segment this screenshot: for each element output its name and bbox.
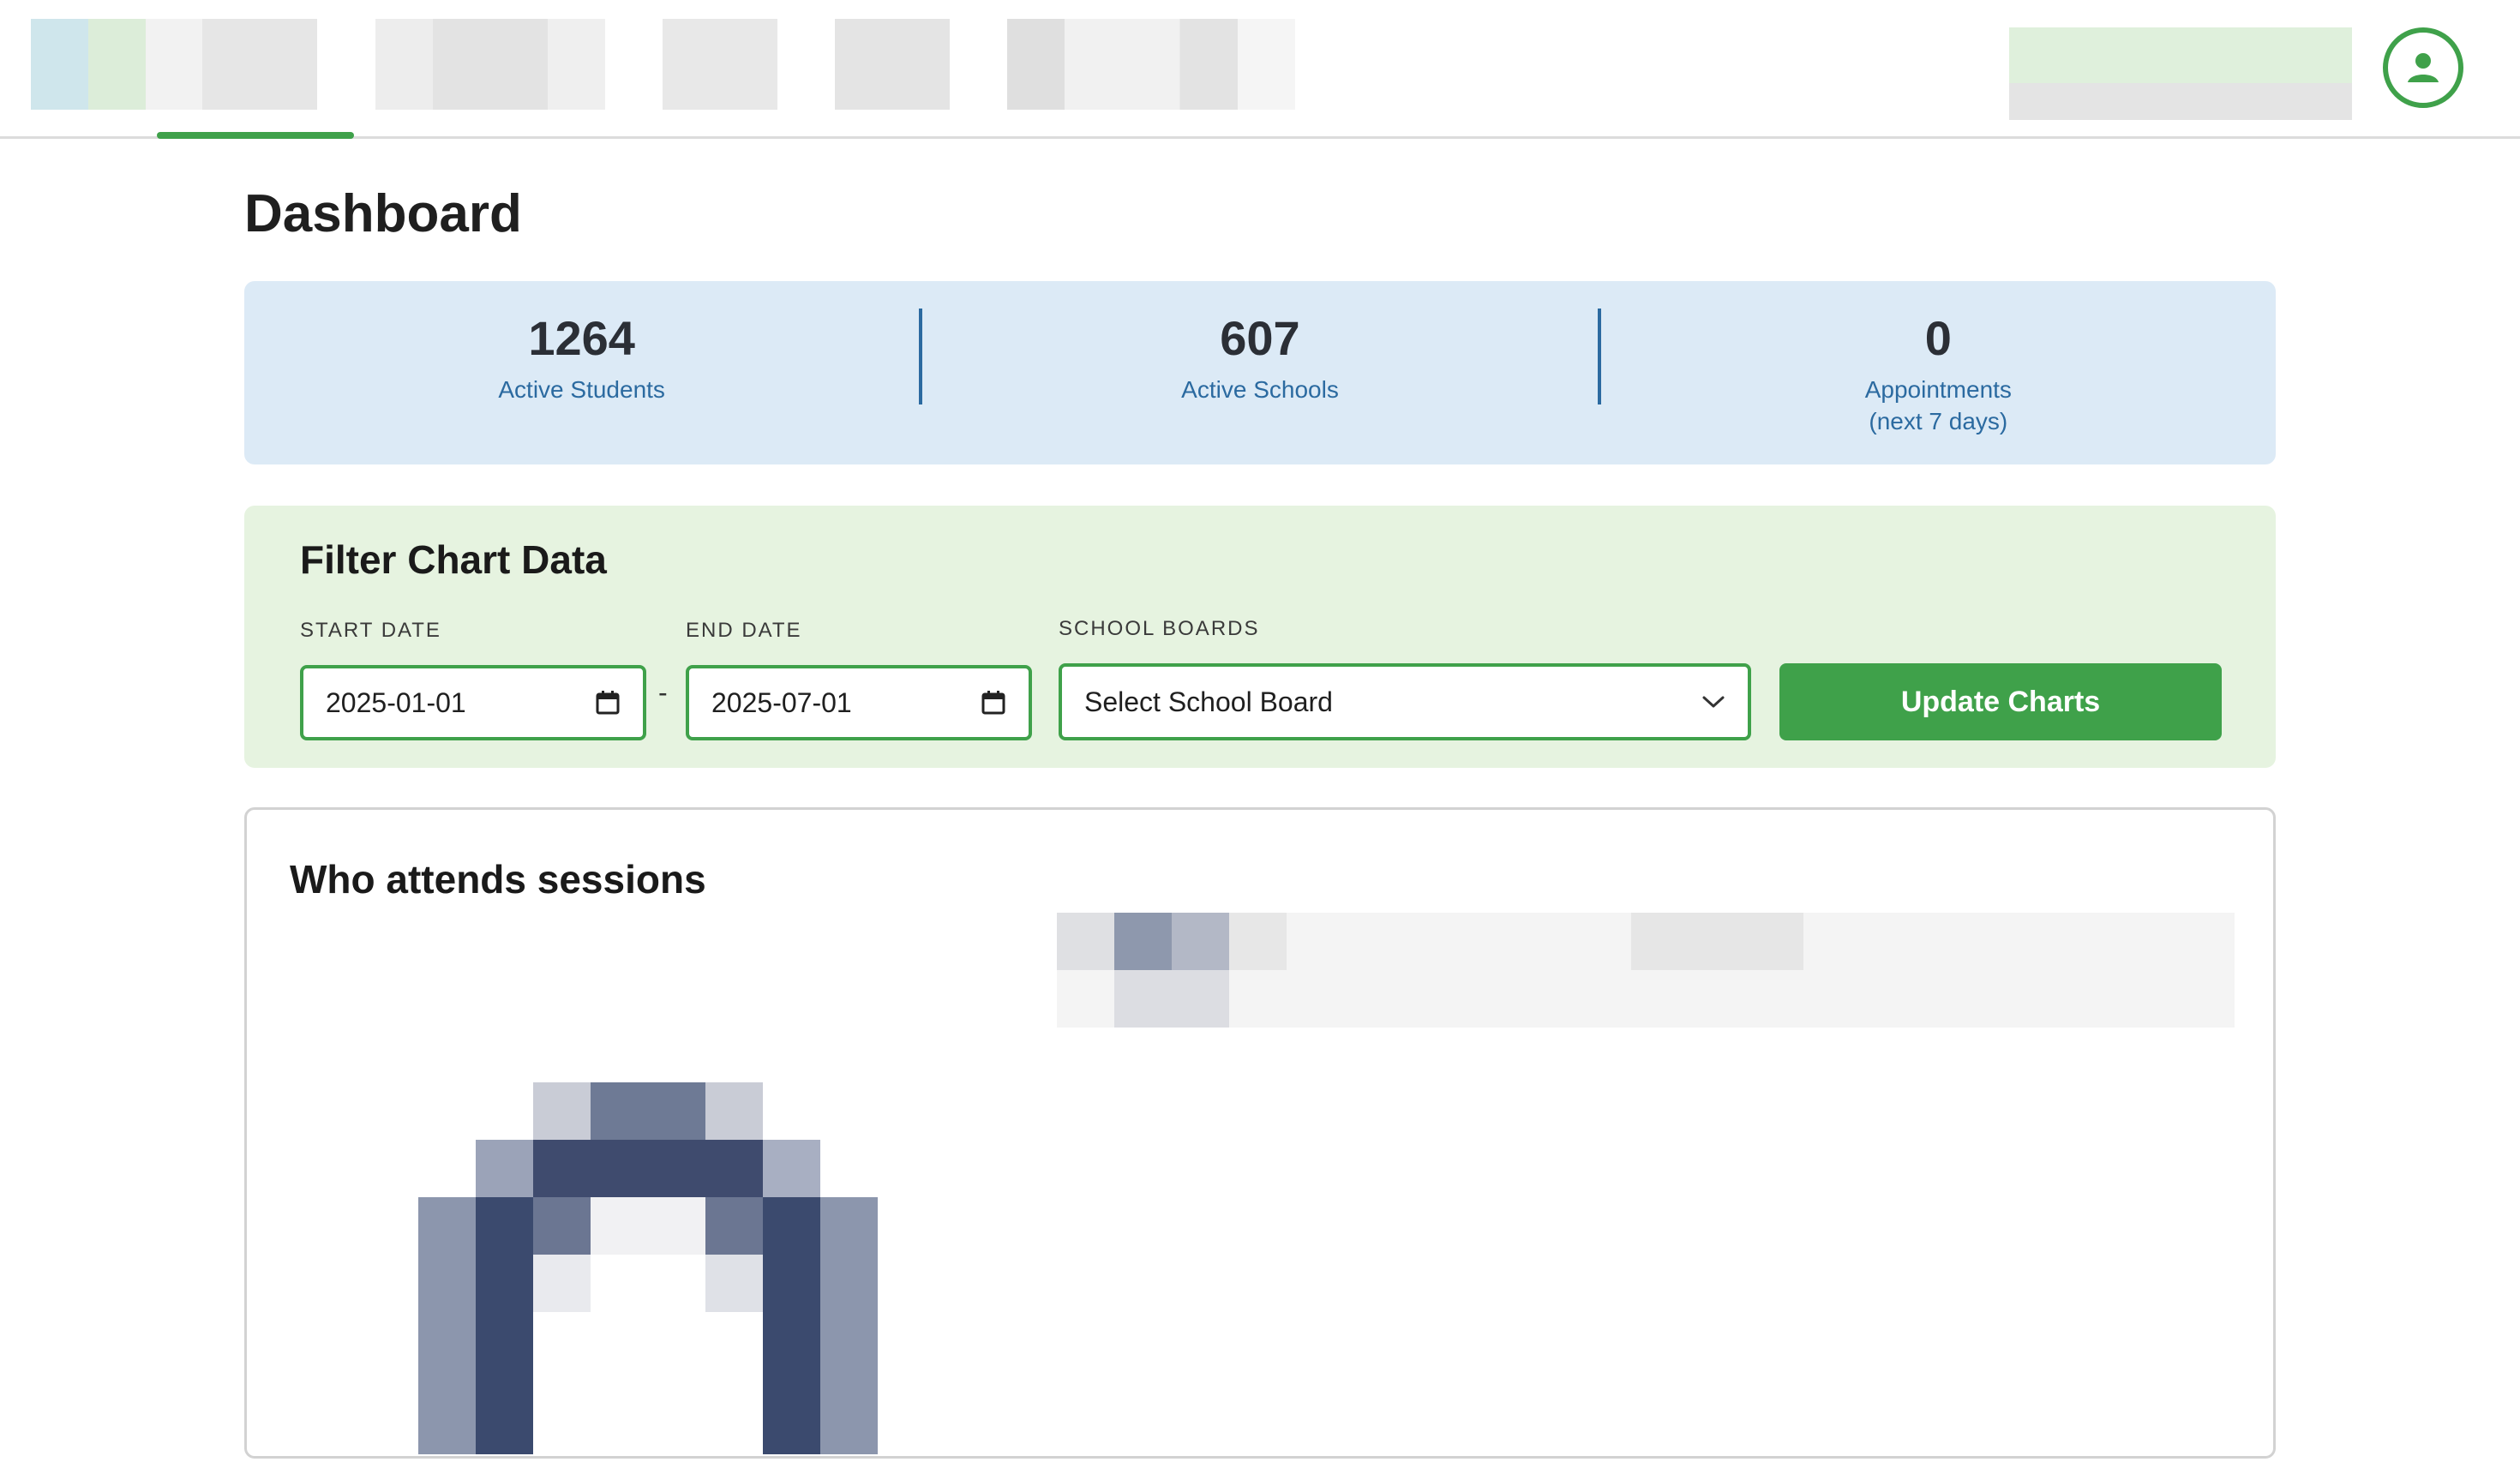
school-boards-label: SCHOOL BOARDS — [1059, 617, 1260, 640]
stats-summary: 1264 Active Students 607 Active Schools … — [244, 281, 2276, 464]
donut-segment — [533, 1197, 591, 1255]
chart-card-attendance: Who attends sessions — [244, 807, 2276, 1459]
donut-segment — [533, 1255, 591, 1312]
logo[interactable] — [31, 19, 146, 110]
account-circle-icon — [2408, 53, 2439, 82]
donut-segment — [820, 1197, 878, 1454]
attendance-donut-chart — [418, 1082, 878, 1454]
donut-segment — [763, 1197, 820, 1454]
stat-value: 607 — [1220, 311, 1300, 365]
donut-segment — [418, 1197, 476, 1454]
active-nav-indicator — [157, 132, 354, 139]
filter-panel: Filter Chart Data START DATE 2025-01-01 … — [244, 506, 2276, 768]
filter-title: Filter Chart Data — [300, 537, 607, 582]
nav-item-2[interactable] — [375, 19, 605, 110]
start-date-label: START DATE — [300, 619, 441, 642]
calendar-icon[interactable] — [595, 689, 621, 716]
end-date-input[interactable]: 2025-07-01 — [686, 665, 1032, 740]
account-button[interactable] — [2383, 27, 2463, 108]
start-date-value: 2025-01-01 — [326, 686, 466, 718]
donut-segment — [705, 1255, 763, 1312]
donut-segment — [476, 1140, 533, 1197]
legend-swatch — [1172, 913, 1229, 970]
top-navigation — [0, 0, 2520, 139]
stat-appointments: 0 Appointments (next 7 days) — [1601, 281, 2276, 464]
legend-swatch — [1229, 913, 1287, 970]
donut-segment — [648, 1197, 705, 1255]
stat-active-students: 1264 Active Students — [244, 281, 919, 464]
start-date-input[interactable]: 2025-01-01 — [300, 665, 646, 740]
donut-segment — [591, 1082, 705, 1140]
stat-label: Active Students — [498, 375, 665, 403]
school-board-select[interactable]: Select School Board — [1059, 663, 1751, 740]
nav-item-5[interactable] — [1007, 19, 1295, 110]
end-date-label: END DATE — [686, 619, 802, 642]
legend-swatch — [1631, 913, 1803, 970]
legend-swatch — [1057, 913, 1114, 970]
stat-label: Active Schools — [1181, 375, 1339, 403]
school-board-selected: Select School Board — [1084, 686, 1333, 717]
chevron-down-icon — [1702, 696, 1725, 708]
stat-active-schools: 607 Active Schools — [922, 281, 1597, 464]
donut-segment — [763, 1140, 820, 1197]
date-range-separator: - — [658, 677, 668, 708]
stat-sublabel: (next 7 days) — [1869, 408, 2008, 435]
nav-item-1[interactable] — [146, 19, 317, 110]
calendar-icon[interactable] — [981, 689, 1006, 716]
legend-swatch — [1114, 970, 1229, 1028]
donut-segment — [476, 1197, 533, 1454]
user-name — [2009, 27, 2352, 120]
page-title: Dashboard — [244, 184, 522, 243]
legend-swatch — [1114, 913, 1172, 970]
end-date-value: 2025-07-01 — [711, 686, 852, 718]
stat-value: 0 — [1924, 311, 1952, 365]
nav-item-3[interactable] — [663, 19, 777, 110]
chart-legend — [1057, 913, 2235, 1028]
update-charts-button[interactable]: Update Charts — [1779, 663, 2222, 740]
stat-label: Appointments — [1864, 375, 2012, 403]
nav-item-4[interactable] — [835, 19, 950, 110]
stat-value: 1264 — [528, 311, 635, 365]
chart-title: Who attends sessions — [290, 857, 706, 902]
donut-segment — [591, 1197, 648, 1255]
donut-segment — [705, 1197, 763, 1255]
